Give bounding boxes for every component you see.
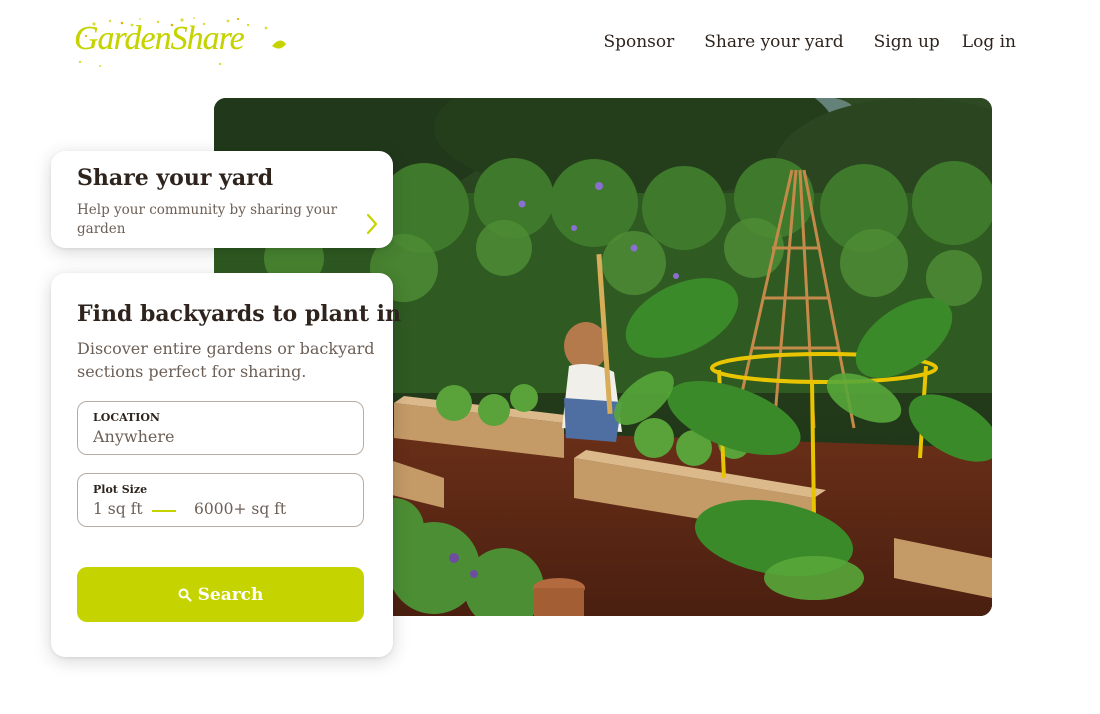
share-your-yard-card[interactable]: Share your yard Help your community by s… (51, 151, 393, 248)
plot-size-label: Plot Size (93, 483, 148, 496)
brand-logo[interactable]: GardenShare (70, 16, 290, 70)
nav-log-in[interactable]: Log in (962, 32, 1016, 52)
range-divider (152, 510, 176, 512)
search-button-label: Search (197, 584, 264, 605)
plot-size-min[interactable]: 1 sq ft (93, 500, 143, 518)
location-value[interactable]: Anywhere (93, 427, 174, 446)
share-card-title: Share your yard (77, 165, 274, 191)
plot-size-max[interactable]: 6000+ sq ft (194, 500, 286, 518)
find-backyards-card: Find backyards to plant in Discover enti… (51, 273, 401, 657)
nav-sponsor[interactable]: Sponsor (603, 32, 674, 52)
share-card-description: Help your community by sharing your gard… (77, 202, 338, 237)
find-card-description: Discover entire gardens or backyard sect… (77, 339, 375, 381)
chevron-right-icon[interactable] (366, 213, 378, 235)
nav-share-your-yard[interactable]: Share your yard (704, 32, 843, 52)
logo-wordmark: GardenShare (74, 20, 245, 57)
search-icon (178, 588, 192, 602)
find-card-title: Find backyards to plant in (77, 301, 402, 327)
top-nav: Sponsor Share your yard Sign up Log in (573, 32, 1016, 52)
location-field[interactable]: LOCATION Anywhere (77, 401, 364, 455)
search-button[interactable]: Search (77, 567, 364, 622)
nav-sign-up[interactable]: Sign up (874, 32, 940, 52)
location-label: LOCATION (93, 411, 160, 424)
plot-size-field[interactable]: Plot Size 1 sq ft 6000+ sq ft (77, 473, 364, 527)
